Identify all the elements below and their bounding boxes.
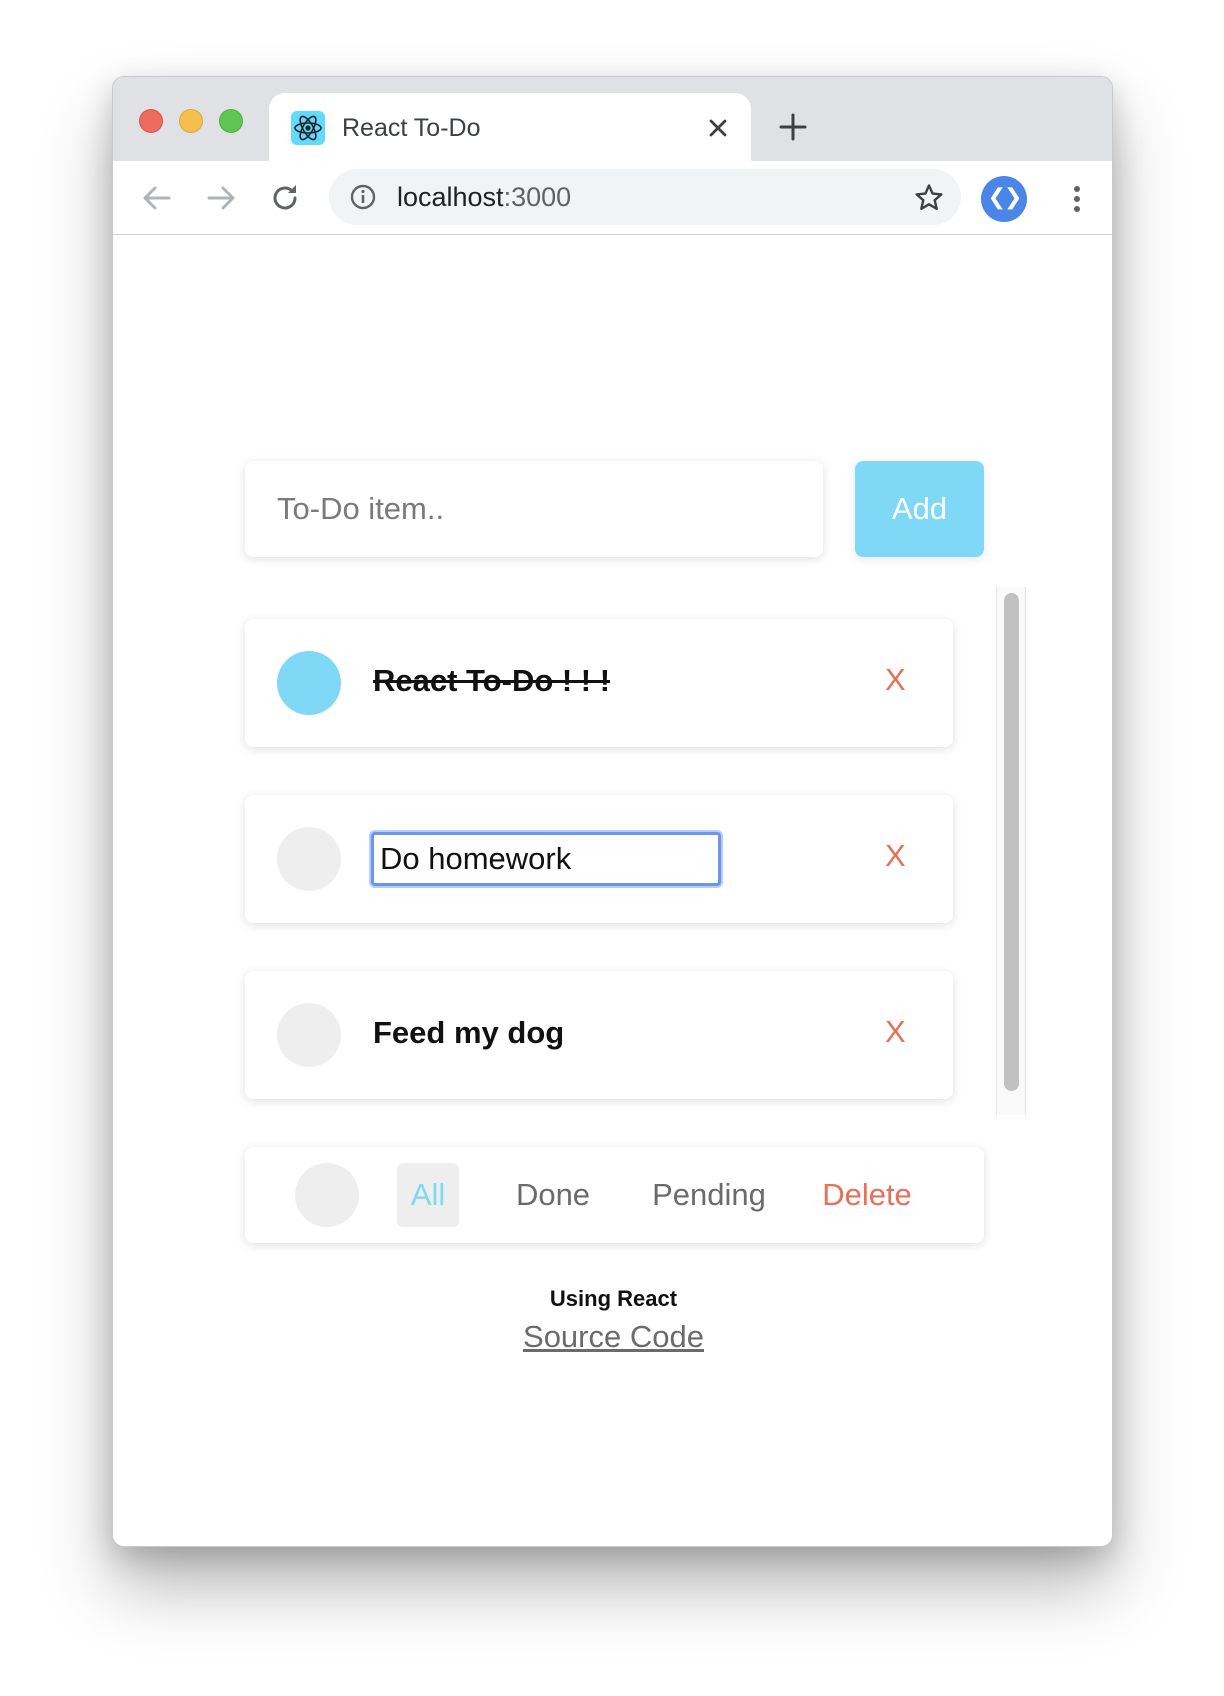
filter-done-button[interactable]: Done: [509, 1163, 597, 1227]
extension-icon[interactable]: ❮❯: [981, 176, 1027, 222]
tab-title: React To-Do: [342, 114, 481, 142]
filter-all-button[interactable]: All: [397, 1163, 459, 1227]
minimize-window-button[interactable]: [179, 109, 203, 133]
more-menu-icon[interactable]: [1059, 181, 1095, 217]
complete-toggle[interactable]: [277, 1003, 341, 1067]
url-port: :3000: [503, 182, 572, 212]
tab-strip: React To-Do: [113, 77, 1112, 161]
filter-pending-button[interactable]: Pending: [645, 1163, 773, 1227]
forward-arrow-icon[interactable]: [203, 180, 239, 216]
todo-input[interactable]: [245, 461, 823, 557]
delete-item-button[interactable]: X: [885, 838, 906, 874]
maximize-window-button[interactable]: [219, 109, 243, 133]
todo-list: React To-Do ! ! ! X X Feed my dog X: [213, 587, 1026, 1115]
toggle-all-button[interactable]: [295, 1163, 359, 1227]
react-logo-icon: [291, 111, 325, 145]
source-code-link[interactable]: Source Code: [113, 1319, 1112, 1355]
browser-window: React To-Do localhost:3000 ❮❯ To-Do item…: [112, 76, 1113, 1547]
close-tab-icon[interactable]: [705, 115, 731, 141]
todo-edit-field[interactable]: [371, 832, 721, 886]
complete-toggle[interactable]: [277, 827, 341, 891]
delete-item-button[interactable]: X: [885, 662, 906, 698]
complete-toggle[interactable]: [277, 651, 341, 715]
delete-completed-button[interactable]: Delete: [815, 1163, 919, 1227]
reload-icon[interactable]: [267, 180, 303, 216]
bookmark-star-icon[interactable]: [913, 182, 945, 214]
todo-text[interactable]: React To-Do ! ! !: [373, 663, 610, 699]
todo-item: React To-Do ! ! ! X: [245, 619, 953, 747]
page-content: Add React To-Do ! ! ! X X Feed my dog X: [113, 235, 1112, 1546]
todo-text[interactable]: Feed my dog: [373, 1015, 564, 1051]
todo-item: Feed my dog X: [245, 971, 953, 1099]
tab-react-todo[interactable]: React To-Do: [269, 93, 751, 161]
footer-credit: Using React: [549, 1286, 678, 1311]
back-arrow-icon[interactable]: [139, 180, 175, 216]
delete-item-button[interactable]: X: [885, 1014, 906, 1050]
url-host: localhost: [397, 182, 504, 212]
browser-toolbar: localhost:3000 ❮❯: [113, 161, 1112, 235]
address-bar[interactable]: localhost:3000: [329, 169, 961, 225]
filter-bar: All Done Pending Delete: [245, 1147, 984, 1243]
new-tab-icon[interactable]: [776, 110, 810, 144]
list-scrollbar[interactable]: [996, 587, 1026, 1115]
scrollbar-thumb[interactable]: [1004, 593, 1019, 1091]
url-text: localhost:3000: [397, 182, 571, 213]
todo-item: X: [245, 795, 953, 923]
add-button[interactable]: Add: [855, 461, 984, 557]
close-window-button[interactable]: [139, 109, 163, 133]
extension-icon-glyph: ❮❯: [987, 185, 1023, 210]
info-icon[interactable]: [349, 183, 377, 211]
